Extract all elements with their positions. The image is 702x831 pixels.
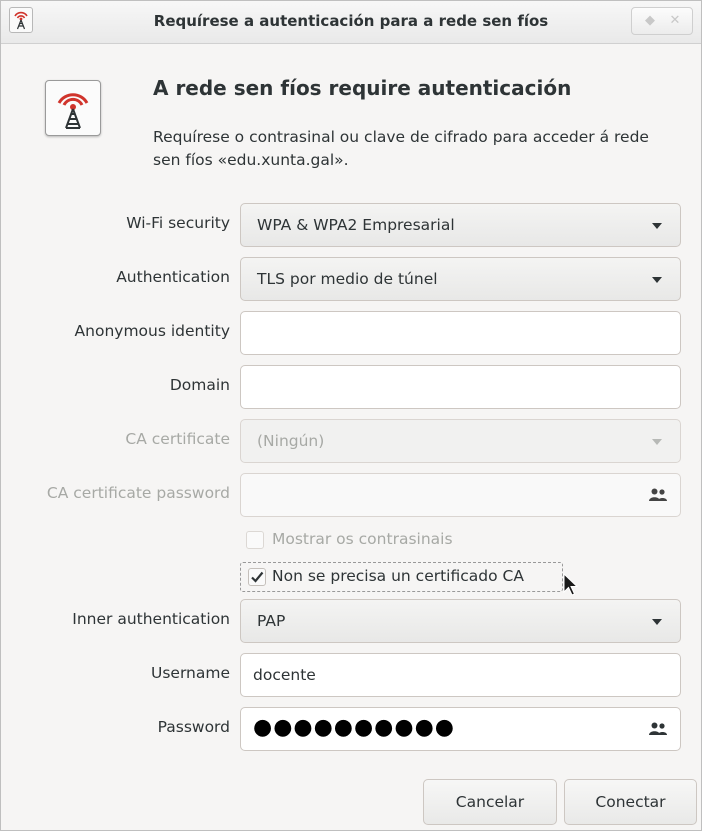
password-value: ●●●●●●●●●●: [253, 715, 455, 740]
title-bar[interactable]: Requírese a autenticación para a rede se…: [1, 1, 701, 44]
auth-dialog: Requírese a autenticación para a rede se…: [0, 0, 702, 831]
anonymous-identity-label: Anonymous identity: [74, 322, 230, 340]
ca-certificate-value: (Ningún): [257, 432, 325, 450]
username-input[interactable]: docente: [240, 653, 681, 697]
domain-label: Domain: [169, 376, 230, 394]
inner-authentication-combo[interactable]: PAP: [240, 599, 681, 643]
ca-certificate-password-label: CA certificate password: [46, 484, 230, 502]
window-controls: ◆ ✕: [631, 7, 693, 35]
window-title: Requírese a autenticación para a rede se…: [153, 12, 549, 30]
wireless-antenna-icon: [45, 80, 101, 136]
close-icon[interactable]: ✕: [666, 12, 684, 30]
dialog-description: Requírese o contrasinal ou clave de cifr…: [153, 128, 649, 169]
cancel-button[interactable]: Cancelar: [423, 779, 557, 825]
restore-icon[interactable]: ◆: [641, 12, 659, 30]
inner-authentication-label: Inner authentication: [72, 610, 230, 628]
domain-input[interactable]: [240, 365, 681, 409]
ca-certificate-label: CA certificate: [125, 430, 230, 448]
show-passwords-checkbox[interactable]: [246, 531, 264, 549]
no-ca-required-checkbox[interactable]: [248, 568, 266, 586]
dropdown-arrow-icon: [652, 619, 662, 625]
authentication-combo[interactable]: TLS por medio de túnel: [240, 257, 681, 301]
password-input[interactable]: ●●●●●●●●●●: [240, 707, 681, 751]
people-icon[interactable]: [648, 721, 668, 737]
wifi-security-label: Wi-Fi security: [126, 214, 230, 232]
username-value: docente: [253, 666, 316, 684]
inner-authentication-value: PAP: [257, 612, 286, 630]
no-ca-required-label[interactable]: Non se precisa un certificado CA: [272, 567, 524, 585]
ca-certificate-password-input[interactable]: [240, 473, 681, 517]
wifi-security-value: WPA & WPA2 Empresarial: [257, 216, 455, 234]
wifi-security-combo[interactable]: WPA & WPA2 Empresarial: [240, 203, 681, 247]
password-label: Password: [157, 718, 230, 736]
dialog-heading: A rede sen fíos require autenticación: [153, 76, 572, 100]
authentication-value: TLS por medio de túnel: [257, 270, 438, 288]
anonymous-identity-input[interactable]: [240, 311, 681, 355]
show-passwords-label: Mostrar os contrasinais: [272, 530, 453, 548]
dropdown-arrow-icon: [652, 439, 662, 445]
username-label: Username: [150, 664, 230, 682]
checkmark-icon: [251, 571, 264, 583]
dropdown-arrow-icon: [652, 277, 662, 283]
ca-certificate-combo[interactable]: (Ningún): [240, 419, 681, 463]
authentication-label: Authentication: [116, 268, 230, 286]
people-icon[interactable]: [648, 487, 668, 503]
dropdown-arrow-icon: [652, 223, 662, 229]
mouse-pointer-icon: [563, 573, 579, 596]
connect-button[interactable]: Conectar: [564, 779, 697, 825]
